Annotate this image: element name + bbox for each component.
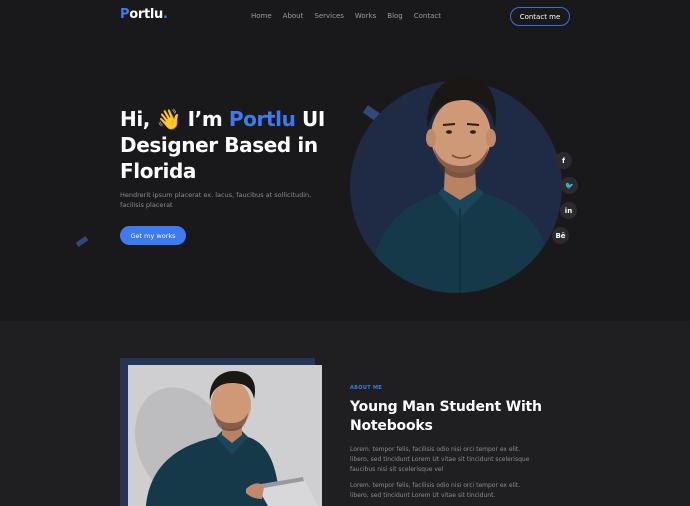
nav-item-contact[interactable]: Contact [414,12,441,20]
twitter-icon[interactable]: 🐦 [561,177,578,194]
about-tag: ABOUT ME [350,385,382,391]
main-menu: Home About Services Works Blog Contact [251,12,452,20]
nav-item-blog[interactable]: Blog [387,12,402,20]
hero-title-prefix: Hi, [120,107,157,131]
hero-title-im: I’m [181,107,229,131]
contact-me-button[interactable]: Contact me [510,7,570,26]
about-paragraph-2: Lorem. tempor felis, facilisis odio nisi… [350,482,521,499]
nav-item-home[interactable]: Home [251,12,272,20]
logo[interactable]: Portlu. [120,7,168,22]
nav-item-services[interactable]: Services [314,12,344,20]
linkedin-icon[interactable]: in [560,202,577,219]
about-title: Young Man Student With Notebooks [350,399,542,434]
nav-item-works[interactable]: Works [355,12,376,20]
wave-icon: 👋 [156,107,182,131]
nav-item-about[interactable]: About [283,12,304,20]
get-my-works-button[interactable]: Get my works [120,226,186,245]
logo-text: ortlu [129,7,164,22]
facebook-icon[interactable]: f [555,152,572,169]
hero-description: Hendrerit ipsum placerat ex. lacus, fauc… [120,191,312,209]
about-section [0,321,690,506]
logo-initial: P [120,7,130,22]
hero-title: Hi, 👋 I’m Portlu UI Designer Based in Fl… [120,106,330,184]
about-portrait [128,365,322,506]
top-navbar: Portlu. Home About Services Works Blog C… [0,0,690,34]
about-paragraph-1: Lorem. tempor felis, facilisis odio nisi… [350,446,530,473]
decorative-shape [75,236,89,247]
hero-portrait [350,76,562,293]
logo-dot: . [163,7,168,22]
hero-title-accent: Portlu [228,107,296,131]
behance-icon[interactable]: Bē [552,227,569,244]
